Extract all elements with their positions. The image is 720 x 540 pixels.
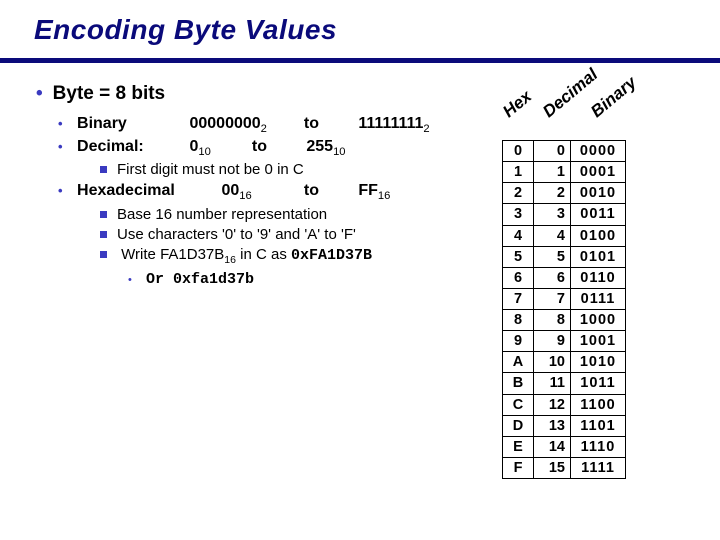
decimal-from: 010 bbox=[189, 138, 247, 158]
table-row: 330011 bbox=[503, 204, 626, 225]
table-cell: 0111 bbox=[571, 288, 626, 309]
title-bar: Encoding Byte Values bbox=[0, 0, 720, 52]
table-row: F151111 bbox=[503, 457, 626, 478]
table-cell: 3 bbox=[503, 204, 534, 225]
table-row: 000000 bbox=[503, 141, 626, 162]
table-cell: 13 bbox=[534, 415, 571, 436]
hex-note-a: Base 16 number representation bbox=[100, 206, 720, 223]
page-title: Encoding Byte Values bbox=[34, 14, 720, 46]
table-cell: 8 bbox=[503, 310, 534, 331]
hex-from: 0016 bbox=[221, 182, 299, 202]
table-cell: 0100 bbox=[571, 225, 626, 246]
table-cell: 1010 bbox=[571, 352, 626, 373]
hex-to: FF16 bbox=[358, 182, 390, 199]
decimal-label: Decimal: bbox=[77, 138, 185, 156]
table-cell: 1001 bbox=[571, 331, 626, 352]
hex-label: Hexadecimal bbox=[77, 182, 217, 200]
table-cell: 0 bbox=[503, 141, 534, 162]
table-cell: 0101 bbox=[571, 246, 626, 267]
binary-to-word: to bbox=[304, 115, 354, 133]
table-row: B111011 bbox=[503, 373, 626, 394]
table-cell: 6 bbox=[534, 267, 571, 288]
table-cell: A bbox=[503, 352, 534, 373]
hex-note-or: Or 0xfa1d37b bbox=[128, 270, 720, 288]
table-cell: 7 bbox=[503, 288, 534, 309]
table-cell: 4 bbox=[503, 225, 534, 246]
table-cell: 10 bbox=[534, 352, 571, 373]
table-cell: 0110 bbox=[571, 267, 626, 288]
table-row: 991001 bbox=[503, 331, 626, 352]
table-cell: 1 bbox=[503, 162, 534, 183]
binary-label: Binary bbox=[77, 115, 185, 133]
table-cell: 2 bbox=[534, 183, 571, 204]
table-cell: 1111 bbox=[571, 457, 626, 478]
table-row: A101010 bbox=[503, 352, 626, 373]
table-cell: 15 bbox=[534, 457, 571, 478]
table-cell: 9 bbox=[534, 331, 571, 352]
hex-note-b: Use characters '0' to '9' and 'A' to 'F' bbox=[100, 226, 720, 243]
table-cell: D bbox=[503, 415, 534, 436]
table-cell: 1101 bbox=[571, 415, 626, 436]
table-cell: 1000 bbox=[571, 310, 626, 331]
binary-from: 000000002 bbox=[189, 115, 299, 135]
table-cell: 11 bbox=[534, 373, 571, 394]
table-row: 660110 bbox=[503, 267, 626, 288]
table-row: E141110 bbox=[503, 436, 626, 457]
hex-note-c: Write FA1D37B16 in C as 0xFA1D37B bbox=[100, 246, 720, 266]
conversion-table: 0000001100012200103300114401005501016601… bbox=[502, 140, 626, 479]
table-cell: F bbox=[503, 457, 534, 478]
table-cell: 1 bbox=[534, 162, 571, 183]
table-row: 550101 bbox=[503, 246, 626, 267]
table-row: 770111 bbox=[503, 288, 626, 309]
table-cell: B bbox=[503, 373, 534, 394]
table-cell: 0001 bbox=[571, 162, 626, 183]
table-cell: C bbox=[503, 394, 534, 415]
table-cell: 1100 bbox=[571, 394, 626, 415]
hex-to-word: to bbox=[304, 182, 354, 200]
table-cell: 1110 bbox=[571, 436, 626, 457]
conversion-table-area: Hex Decimal Binary 000000110001220010330… bbox=[502, 100, 626, 479]
table-cell: 6 bbox=[503, 267, 534, 288]
table-cell: 1011 bbox=[571, 373, 626, 394]
table-row: D131101 bbox=[503, 415, 626, 436]
table-row: 440100 bbox=[503, 225, 626, 246]
table-cell: 9 bbox=[503, 331, 534, 352]
table-cell: 0000 bbox=[571, 141, 626, 162]
table-cell: 0010 bbox=[571, 183, 626, 204]
table-cell: 5 bbox=[534, 246, 571, 267]
decimal-to-word: to bbox=[252, 138, 302, 156]
table-cell: 14 bbox=[534, 436, 571, 457]
decimal-to: 25510 bbox=[306, 138, 345, 155]
table-cell: 5 bbox=[503, 246, 534, 267]
table-cell: 8 bbox=[534, 310, 571, 331]
table-row: 881000 bbox=[503, 310, 626, 331]
decimal-note: First digit must not be 0 in C bbox=[100, 161, 720, 178]
table-row: C121100 bbox=[503, 394, 626, 415]
table-cell: 4 bbox=[534, 225, 571, 246]
binary-to: 111111112 bbox=[358, 115, 429, 132]
table-cell: 3 bbox=[534, 204, 571, 225]
table-cell: 7 bbox=[534, 288, 571, 309]
table-cell: E bbox=[503, 436, 534, 457]
table-cell: 0011 bbox=[571, 204, 626, 225]
table-row: 110001 bbox=[503, 162, 626, 183]
table-cell: 12 bbox=[534, 394, 571, 415]
table-cell: 0 bbox=[534, 141, 571, 162]
table-cell: 2 bbox=[503, 183, 534, 204]
table-row: 220010 bbox=[503, 183, 626, 204]
